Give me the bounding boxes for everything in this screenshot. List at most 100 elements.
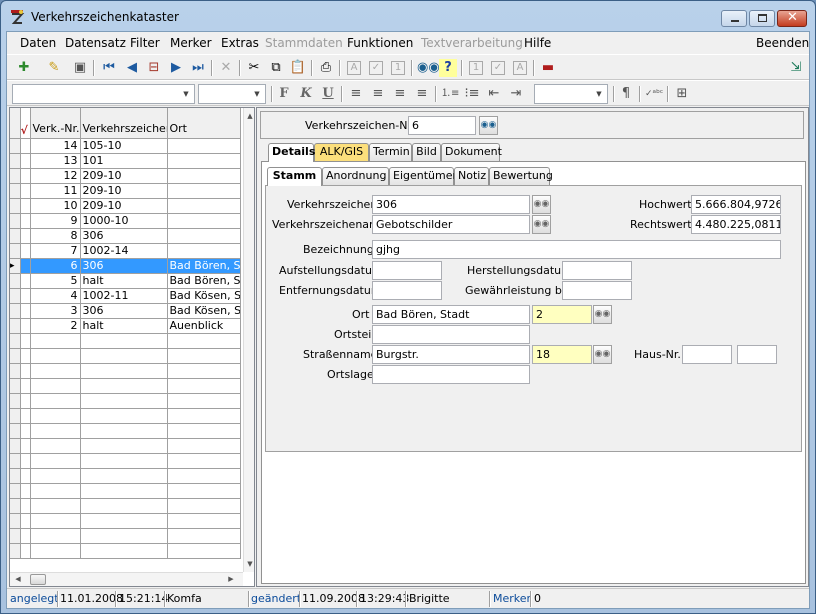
table-row[interactable] <box>10 528 241 544</box>
row-indicator[interactable] <box>10 498 21 514</box>
menu-datensatz[interactable]: Datensatz <box>65 36 126 50</box>
row-indicator[interactable] <box>10 468 21 484</box>
ort-column-header[interactable]: Ort <box>167 108 241 139</box>
row-indicator[interactable] <box>10 393 21 409</box>
hausnr-input[interactable] <box>682 345 732 364</box>
bezeichnung-input[interactable]: gjhg <box>372 240 781 259</box>
sign-icon[interactable]: ▬ <box>539 59 557 77</box>
row-indicator[interactable] <box>10 303 21 319</box>
row-indicator[interactable] <box>10 228 21 244</box>
filter-icon[interactable]: ⊟ <box>145 59 163 77</box>
records-grid[interactable]: √ Verk.-Nr. Verkehrszeichen Ort 14 105-10… <box>9 107 255 587</box>
copy-icon[interactable]: ⧉ <box>267 59 285 77</box>
table-row[interactable] <box>10 438 241 454</box>
table-row[interactable]: 12 209-10 <box>10 168 241 184</box>
strassenname-input[interactable]: Burgstr. <box>372 345 530 364</box>
vz-input[interactable]: 306 <box>372 195 530 214</box>
vertical-scrollbar[interactable]: ▲ ▼ <box>243 108 254 572</box>
hausnr-zusatz-input[interactable] <box>737 345 777 364</box>
font-name-combo[interactable]: ▼ <box>12 84 195 104</box>
last-record-icon[interactable]: ⏭ <box>189 59 207 77</box>
menu-funktionen[interactable]: Funktionen <box>347 36 413 50</box>
tab-anordnung[interactable]: Anordnung <box>322 167 389 185</box>
print-icon[interactable]: ⎙ <box>317 59 335 77</box>
current-row-arrow-icon[interactable]: ▸ <box>10 258 21 274</box>
row-indicator[interactable] <box>10 438 21 454</box>
tab-dokument[interactable]: Dokument <box>441 143 502 161</box>
table-row[interactable]: 11 209-10 <box>10 183 241 199</box>
ort-code-input[interactable]: 2 <box>532 305 592 324</box>
ortslage-input[interactable] <box>372 365 530 384</box>
binoculars-icon[interactable]: ◉◉ <box>479 116 498 135</box>
menu-filter[interactable]: Filter <box>130 36 160 50</box>
cut-icon[interactable]: ✂ <box>245 59 263 77</box>
next-record-icon[interactable]: ▶ <box>167 59 185 77</box>
row-indicator[interactable] <box>10 183 21 199</box>
tab-eigentuemer[interactable]: Eigentümer <box>389 167 457 185</box>
strassen-code-input[interactable]: 18 <box>532 345 592 364</box>
table-row[interactable] <box>10 423 241 439</box>
edit-pencil-icon[interactable]: ✎ <box>45 59 63 77</box>
row-indicator[interactable] <box>10 288 21 304</box>
table-row[interactable] <box>10 348 241 364</box>
row-indicator[interactable] <box>10 138 21 154</box>
tab-alk-gis[interactable]: ALK/GIS <box>314 143 369 161</box>
new-record-icon[interactable]: ✚ <box>15 59 33 77</box>
table-row[interactable] <box>10 543 241 559</box>
herstellungsdatum-input[interactable] <box>562 261 632 280</box>
row-indicator[interactable] <box>10 423 21 439</box>
align-center-icon[interactable]: ≡ <box>369 85 387 103</box>
minimize-button[interactable] <box>721 10 747 27</box>
vz-column-header[interactable]: Verkehrszeichen <box>80 108 168 139</box>
save-disk-icon[interactable]: ▣ <box>71 59 89 77</box>
align-justify-icon[interactable]: ≡ <box>413 85 431 103</box>
row-indicator[interactable] <box>10 168 21 184</box>
table-row[interactable] <box>10 378 241 394</box>
table-row[interactable] <box>10 453 241 469</box>
previous-record-icon[interactable]: ◀ <box>123 59 141 77</box>
close-button[interactable]: ✕ <box>777 10 807 27</box>
table-row[interactable] <box>10 483 241 499</box>
table-row[interactable] <box>10 333 241 349</box>
menu-merker[interactable]: Merker <box>170 36 212 50</box>
row-indicator[interactable] <box>10 348 21 364</box>
table-row[interactable] <box>10 498 241 514</box>
ort-input[interactable]: Bad Bören, Stadt <box>372 305 530 324</box>
table-row[interactable]: 13 101 <box>10 153 241 169</box>
table-row[interactable] <box>10 468 241 484</box>
table-row[interactable]: 2 halt Auenblick <box>10 318 241 334</box>
scroll-up-icon[interactable]: ▲ <box>244 109 254 123</box>
table-row[interactable]: 8 306 <box>10 228 241 244</box>
italic-icon[interactable]: K <box>297 85 315 103</box>
scroll-down-icon[interactable]: ▼ <box>244 557 254 571</box>
spellcheck-icon[interactable]: ✓ᵃᵇᶜ <box>645 85 663 103</box>
menu-beenden[interactable]: Beenden <box>756 36 809 50</box>
pilcrow-icon[interactable]: ¶ <box>617 85 635 103</box>
search-nr-input[interactable]: 6 <box>408 116 476 135</box>
table-row[interactable] <box>10 513 241 529</box>
check-column-header[interactable]: √ <box>20 108 31 139</box>
binoculars-icon[interactable]: ◉◉ <box>593 305 612 324</box>
entfernungsdatum-input[interactable] <box>372 281 442 300</box>
align-left-icon[interactable]: ≡ <box>347 85 365 103</box>
menu-extras[interactable]: Extras <box>221 36 259 50</box>
table-row[interactable] <box>10 408 241 424</box>
scroll-right-icon[interactable]: ▶ <box>225 573 237 586</box>
bullet-list-icon[interactable]: ⁝≡ <box>463 85 481 103</box>
table-row[interactable]: 41002-11Bad Kösen, Stadt <box>10 288 241 304</box>
row-indicator[interactable] <box>10 528 21 544</box>
binoculars-icon[interactable]: ◉◉ <box>593 345 612 364</box>
gewaehrleistung-input[interactable] <box>562 281 632 300</box>
row-indicator[interactable] <box>10 543 21 559</box>
tab-termin[interactable]: Termin <box>369 143 412 161</box>
table-row[interactable]: 10 209-10 <box>10 198 241 214</box>
table-row[interactable]: 5haltBad Bören, Stadt <box>10 273 241 289</box>
row-indicator[interactable] <box>10 483 21 499</box>
table-row[interactable] <box>10 393 241 409</box>
vz-art-input[interactable]: Gebotschilder <box>372 215 530 234</box>
row-indicator[interactable] <box>10 333 21 349</box>
scroll-thumb[interactable] <box>30 574 46 585</box>
row-indicator[interactable] <box>10 198 21 214</box>
align-right-icon[interactable]: ≡ <box>391 85 409 103</box>
table-row[interactable]: 3306Bad Kösen, Stadt <box>10 303 241 319</box>
